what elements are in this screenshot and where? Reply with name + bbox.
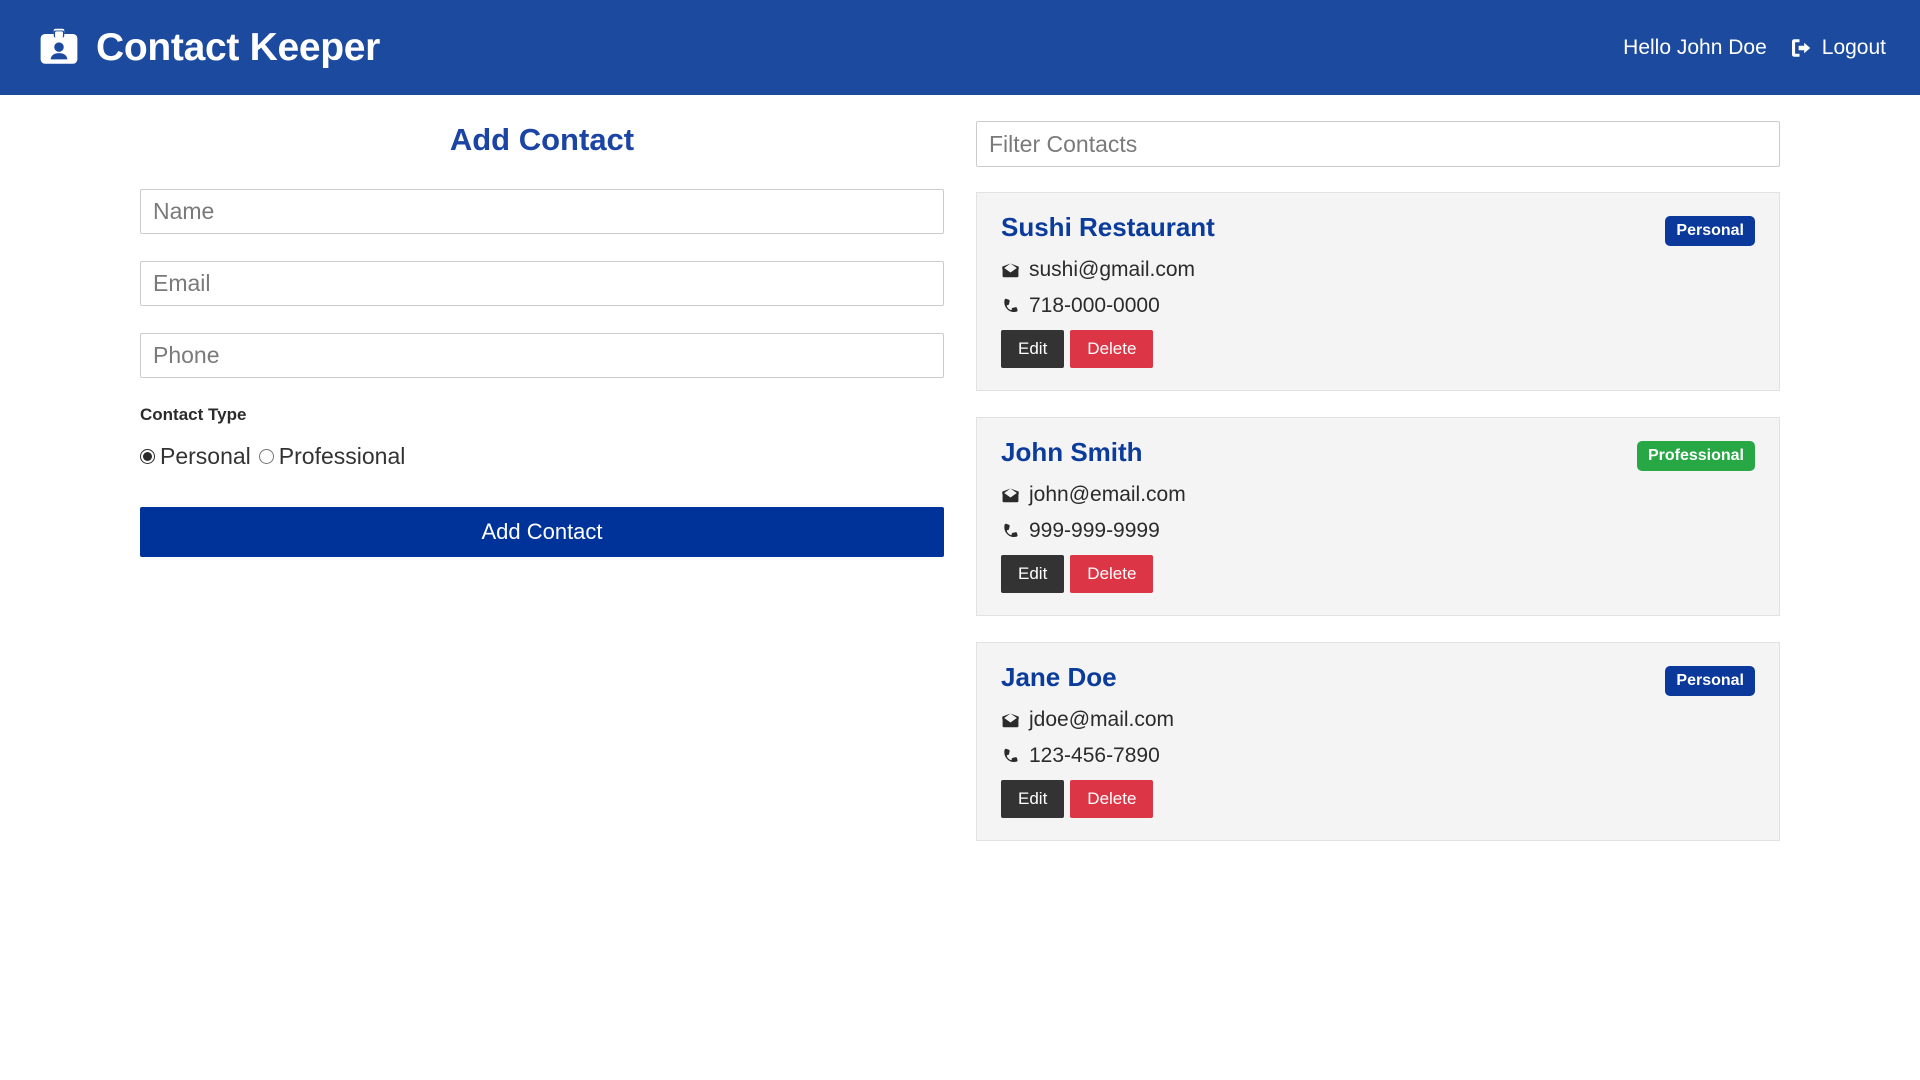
contact-card-header: John Smith Professional bbox=[1001, 437, 1755, 471]
contact-card-actions: Edit Delete bbox=[1001, 330, 1755, 368]
contact-card: Jane Doe Personal jdoe@mail.com 123-456-… bbox=[976, 642, 1780, 841]
contact-phone: 999-999-9999 bbox=[1029, 519, 1160, 542]
radio-option-professional[interactable]: Professional bbox=[258, 443, 406, 470]
contact-card-header: Sushi Restaurant Personal bbox=[1001, 212, 1755, 246]
phone-icon bbox=[1001, 747, 1020, 766]
contact-phone: 123-456-7890 bbox=[1029, 744, 1160, 767]
status-badge: Personal bbox=[1665, 666, 1755, 696]
radio-professional-input[interactable] bbox=[258, 449, 274, 465]
contact-phone-row: 123-456-7890 bbox=[1001, 744, 1755, 768]
sign-out-icon bbox=[1789, 36, 1813, 60]
contact-type-label: Contact Type bbox=[140, 405, 247, 425]
contact-card: John Smith Professional john@email.com 9… bbox=[976, 417, 1780, 616]
id-badge-icon bbox=[38, 27, 80, 69]
phone-icon bbox=[1001, 522, 1020, 541]
contact-email: sushi@gmail.com bbox=[1029, 258, 1196, 281]
add-contact-button[interactable]: Add Contact bbox=[140, 507, 944, 558]
contact-list: Sushi Restaurant Personal sushi@gmail.co… bbox=[976, 192, 1780, 841]
brand-title: Contact Keeper bbox=[96, 26, 381, 69]
contact-card-header: Jane Doe Personal bbox=[1001, 662, 1755, 696]
envelope-icon bbox=[1001, 261, 1020, 280]
contact-email: jdoe@mail.com bbox=[1029, 708, 1175, 731]
phone-input[interactable] bbox=[140, 333, 944, 379]
logout-label: Logout bbox=[1821, 35, 1886, 59]
radio-personal-input[interactable] bbox=[140, 449, 155, 465]
radio-professional-label[interactable]: Professional bbox=[279, 443, 406, 470]
contact-phone-row: 999-999-9999 bbox=[1001, 519, 1755, 543]
contact-card: Sushi Restaurant Personal sushi@gmail.co… bbox=[976, 192, 1780, 391]
status-badge: Professional bbox=[1636, 441, 1755, 471]
edit-button[interactable]: Edit bbox=[1001, 555, 1065, 593]
contact-name: Jane Doe bbox=[1001, 662, 1117, 692]
contact-details: john@email.com 999-999-9999 bbox=[1001, 483, 1755, 543]
navbar: Contact Keeper Hello John Doe Logout bbox=[0, 0, 1920, 95]
delete-button[interactable]: Delete bbox=[1070, 555, 1154, 593]
delete-button[interactable]: Delete bbox=[1070, 780, 1154, 818]
contact-email-row: john@email.com bbox=[1001, 483, 1755, 507]
envelope-icon bbox=[1001, 711, 1020, 730]
contact-phone: 718-000-0000 bbox=[1029, 294, 1160, 317]
contact-card-actions: Edit Delete bbox=[1001, 780, 1755, 818]
radio-personal-label[interactable]: Personal bbox=[160, 443, 251, 470]
page-title: Add Contact bbox=[449, 122, 635, 157]
contact-email-row: sushi@gmail.com bbox=[1001, 258, 1755, 282]
phone-icon bbox=[1001, 297, 1020, 316]
contact-name: John Smith bbox=[1001, 437, 1143, 467]
filter-contacts-input[interactable] bbox=[976, 121, 1780, 167]
contact-phone-row: 718-000-0000 bbox=[1001, 294, 1755, 318]
contact-details: sushi@gmail.com 718-000-0000 bbox=[1001, 258, 1755, 318]
contacts-panel: Sushi Restaurant Personal sushi@gmail.co… bbox=[960, 121, 1796, 867]
user-greeting: Hello John Doe bbox=[1623, 35, 1767, 59]
delete-button[interactable]: Delete bbox=[1070, 330, 1154, 368]
contact-email-row: jdoe@mail.com bbox=[1001, 708, 1755, 732]
navbar-right: Hello John Doe Logout bbox=[1623, 36, 1886, 60]
email-input[interactable] bbox=[140, 261, 944, 307]
main-container: Add Contact Contact Type Personal Profes… bbox=[124, 95, 1796, 867]
radio-option-personal[interactable]: Personal bbox=[140, 443, 251, 470]
contact-email: john@email.com bbox=[1029, 483, 1186, 506]
contact-type-radio-group: Personal Professional bbox=[140, 443, 944, 470]
contact-card-actions: Edit Delete bbox=[1001, 555, 1755, 593]
contact-details: jdoe@mail.com 123-456-7890 bbox=[1001, 708, 1755, 768]
envelope-icon bbox=[1001, 486, 1020, 505]
name-input[interactable] bbox=[140, 189, 944, 235]
edit-button[interactable]: Edit bbox=[1001, 780, 1065, 818]
status-badge: Personal bbox=[1665, 216, 1755, 246]
contact-name: Sushi Restaurant bbox=[1001, 212, 1215, 242]
contact-form: Contact Type Personal Professional Add C… bbox=[140, 189, 944, 558]
add-contact-form-panel: Add Contact Contact Type Personal Profes… bbox=[124, 121, 960, 558]
logout-button[interactable]: Logout bbox=[1789, 36, 1886, 60]
edit-button[interactable]: Edit bbox=[1001, 330, 1065, 368]
brand[interactable]: Contact Keeper bbox=[38, 27, 380, 69]
